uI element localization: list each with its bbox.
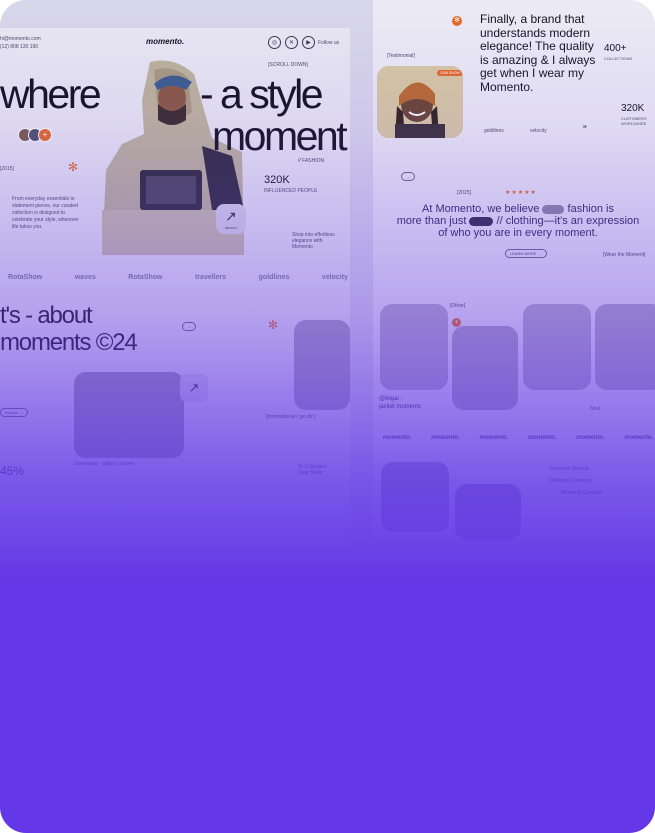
model-photo-right [294,320,350,410]
logo-waves: waves [74,274,96,281]
customers-label: CUSTOMERS WORLDWIDE [621,116,647,126]
mission-line-1: At Momento, we believe [422,203,540,215]
customers-count: 320K [621,103,645,114]
contact-phone[interactable]: (12) 808 130 190 [0,44,38,50]
learn-more-button[interactable]: LEARN MORE → [505,249,547,258]
follow-label: Follow us [318,40,340,46]
fashion-tag: // FASHION [298,158,325,164]
product-name-2: jacket moments [379,404,422,410]
join-show-badge[interactable]: JOIN SHOW [437,70,463,76]
percent-value: 45% [0,464,25,478]
next-label[interactable]: Next [590,406,600,412]
brand-marquee: momento. momento. momento. momento. mome… [373,435,655,441]
product-photo-1[interactable] [380,304,448,390]
x-icon[interactable]: ✕ [285,36,298,49]
testimonial-tag: [Testimonial] [387,53,415,59]
plus-icon[interactable]: + [38,128,52,142]
showcase-card: hi@momento.com (12) 808 130 190 momento.… [0,0,655,833]
explore-button[interactable]: explore → [0,408,29,417]
avatar-group: + [18,128,52,142]
arrow-up-right-icon[interactable]: ↗ [180,374,208,402]
star-badge-icon: ✻ [452,16,462,26]
shoe-thumbnail [469,216,494,226]
search-button[interactable]: ↗ SEARCH [216,204,246,234]
arrow-right-icon[interactable]: → [182,322,196,331]
testimonial-quote: Finally, a brand that understands modern… [480,12,596,94]
list-item-1[interactable]: Chronicle Director [549,466,589,472]
mission-line-4: // clothing—it's an expression [496,215,640,227]
website-mockup-right: ✻ Finally, a brand that understands mode… [373,0,655,540]
collections-count: 400+ [604,43,627,54]
year-label: [2025] [457,190,471,196]
caption-streetwear: Streetwear - gallery shower [74,461,135,467]
hero-headline-right-1: - a style [200,71,324,117]
wear-label: [Wear the Moment] [603,252,646,258]
product-name-1: @ikigai - [379,396,403,402]
partner-velocity: velocity [530,128,547,134]
section-title-2: moments ©24 [0,329,138,356]
marquee-item: momento. [382,435,412,441]
collections-label: COLLECTIONS [604,56,633,61]
youtube-icon[interactable]: ▶ [302,36,315,49]
instagram-icon[interactable]: ◎ [268,36,281,49]
hero-description: From everyday essentials to statement pi… [12,196,79,230]
arrow-up-right-icon: ↗ [225,208,237,224]
asterisk-icon-2: ✻ [268,318,279,332]
product-photo-4[interactable] [595,304,655,390]
caption-international: [International / get dir.] [266,414,316,420]
marquee-item: momento. [624,435,654,441]
contact-email[interactable]: hi@momento.com [0,36,41,42]
scroll-label[interactable]: [SCROLL DOWN] [268,62,308,68]
learn-more-label: LEARN MORE [510,251,537,256]
marquee-item: momento. [479,435,509,441]
partner-goldlines: goldlines [484,128,504,134]
section-title-1: t's - about [0,302,93,329]
logo-goldlines: goldlines [258,274,290,281]
website-mockup-left: hi@momento.com (12) 808 130 190 momento.… [0,28,350,548]
explore-label: explore [5,410,19,415]
list-item-3[interactable]: Momento Curation [561,490,602,496]
logo-travellers: travellers [195,274,227,281]
product-photo-2[interactable] [452,326,518,410]
list-item-2[interactable]: Collection Curation [549,478,591,484]
mission-statement: At Momento, we believe fashion is more t… [373,203,655,239]
year-tag: [2015] [0,166,14,172]
collection-label: To Collection Date Show [298,464,327,476]
logo-velocity: velocity [321,274,348,281]
other-label: [Other] [450,303,466,309]
marquee-item: momento. [431,435,460,441]
arrow-right-icon[interactable]: → [401,172,415,181]
testimonial-photo: JOIN SHOW [377,66,463,138]
avatar-group [542,204,565,214]
logo-rotashow: RotaShow [8,274,43,281]
streetwear-photo [74,372,184,458]
mission-line-5: of who you are in every moment. [438,227,598,239]
mission-line-2: fashion is [567,203,614,215]
quote-mark-icon: ” [583,124,587,136]
hero-headline-left: where [0,71,102,117]
rating-stars-icon: ★★★★★ [505,190,537,196]
marquee-item: momento. [576,435,605,441]
mission-line-3: more than just [396,215,467,227]
partner-logos: RotaShow waves RotaShow travellers goldl… [8,274,348,281]
search-label: SEARCH [225,226,238,230]
testimonial-person-image [377,66,463,138]
shop-text: Shop into effortless elegance with Momen… [292,232,335,250]
marquee-item: momento. [527,435,557,441]
gallery-photo-2[interactable] [455,484,521,540]
stat-label: INFLUENCED PEOPLE [264,188,318,194]
stat-value: 320K [264,174,290,186]
product-photo-3[interactable] [523,304,591,390]
asterisk-icon: ✻ [68,160,79,174]
gallery-photo-1[interactable] [381,462,449,532]
logo-rotashow-2: RotaShow [128,274,163,281]
brand-logo[interactable]: momento. [146,37,184,46]
social-icons: ◎ ✕ ▶ [268,36,315,49]
hero-headline-right-2: moment [212,113,348,159]
